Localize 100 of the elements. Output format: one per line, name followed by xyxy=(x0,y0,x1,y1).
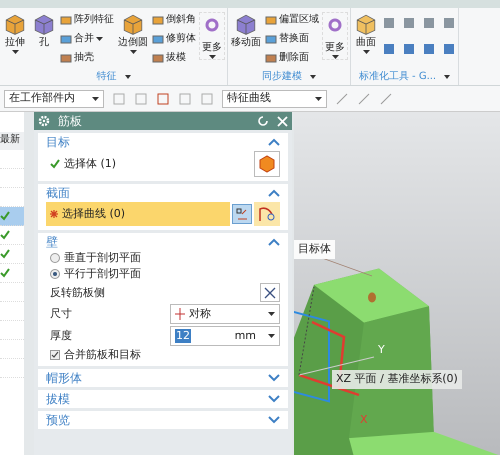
radio-button[interactable] xyxy=(50,253,60,263)
required-icon xyxy=(50,210,58,218)
selection-tool-icon[interactable] xyxy=(156,92,170,106)
snap-tool-icon[interactable] xyxy=(335,92,349,106)
combine-checkbox-option[interactable]: 合并筋板和目标 xyxy=(46,348,280,362)
ribbon-button[interactable]: 孔 xyxy=(31,12,57,50)
tool-icon[interactable] xyxy=(402,42,416,56)
selection-tool-icon[interactable] xyxy=(178,92,192,106)
field-label: 厚度 xyxy=(49,329,72,343)
dropdown-arrow-icon xyxy=(315,96,322,100)
section-title: 截面 xyxy=(46,186,70,200)
feature-icon xyxy=(121,12,145,36)
dropdown-arrow-icon xyxy=(12,50,18,54)
dropdown-arrow-icon xyxy=(92,96,99,100)
collapse-icon[interactable] xyxy=(268,238,280,246)
tool-icon xyxy=(60,14,72,26)
section-title: 帽形体 xyxy=(46,371,82,385)
more-button[interactable]: 更多 xyxy=(322,12,348,60)
navigator-row[interactable] xyxy=(0,207,24,226)
ribbon-button[interactable]: 阵列特征 xyxy=(60,12,114,28)
ribbon-group-label: 标准化工具 - G... xyxy=(358,71,436,83)
section-title: 壁 xyxy=(46,235,58,249)
reverse-side-button[interactable] xyxy=(260,283,280,302)
collapse-icon[interactable] xyxy=(268,138,280,146)
snap-tool-icon[interactable] xyxy=(357,92,371,106)
dropdown-arrow-icon xyxy=(208,55,216,59)
dropdown-arrow-icon xyxy=(96,37,103,41)
ribbon-button[interactable]: 抽壳 xyxy=(60,50,114,66)
tool-icon[interactable] xyxy=(442,16,456,30)
snap-tool-icon[interactable] xyxy=(379,92,393,106)
ribbon-button[interactable]: 曲面 xyxy=(353,12,379,54)
object-tooltip: 目标体 xyxy=(294,240,335,258)
settings-icon[interactable] xyxy=(38,115,50,127)
select-body-button[interactable] xyxy=(254,151,280,177)
curve-rule-dropdown[interactable]: 特征曲线 xyxy=(222,90,327,108)
close-icon[interactable] xyxy=(277,116,288,126)
select-curve-button[interactable] xyxy=(254,202,280,226)
curve-icon xyxy=(258,206,276,222)
ribbon-button[interactable]: 修剪体 xyxy=(152,31,196,47)
tool-icon[interactable] xyxy=(402,16,416,30)
column-header: 最新 xyxy=(0,132,24,150)
more-tools-icon xyxy=(204,17,220,33)
selection-status[interactable]: 选择体 (1) xyxy=(50,157,116,171)
ribbon-group-label: 同步建模 xyxy=(262,71,302,83)
field-label: 反转筋板侧 xyxy=(49,286,105,300)
tool-icon xyxy=(60,33,72,45)
radio-button[interactable] xyxy=(50,269,60,279)
ribbon-button[interactable]: 替换面 xyxy=(265,31,319,47)
ribbon-button[interactable]: 拔模 xyxy=(152,50,196,66)
selection-status[interactable]: 选择曲线 (0) xyxy=(46,202,230,226)
feature-icon xyxy=(354,12,378,36)
expand-icon[interactable] xyxy=(268,416,280,424)
dropdown-arrow-icon xyxy=(332,55,338,59)
radio-option[interactable]: 垂直于剖切平面 xyxy=(46,251,280,265)
tool-icon xyxy=(152,52,164,64)
feature-icon xyxy=(234,12,258,36)
ribbon-button[interactable]: 合并 xyxy=(60,31,114,47)
thickness-field[interactable]: 12 mm xyxy=(170,326,280,346)
ribbon-button[interactable]: 倒斜角 xyxy=(152,12,196,28)
ribbon-button[interactable]: 删除面 xyxy=(265,50,319,66)
group-options-icon[interactable] xyxy=(444,75,450,79)
tool-icon xyxy=(152,33,164,45)
tool-icon[interactable] xyxy=(382,42,396,56)
radio-option[interactable]: 平行于剖切平面 xyxy=(46,267,280,281)
more-tools-icon xyxy=(327,17,343,33)
group-options-icon[interactable] xyxy=(310,75,316,79)
size-dropdown[interactable]: 对称 xyxy=(170,304,280,324)
sketch-section-button[interactable] xyxy=(232,204,252,224)
field-label: 尺寸 xyxy=(49,307,72,321)
tool-icon[interactable] xyxy=(442,42,456,56)
tool-icon xyxy=(152,14,164,26)
selection-tool-icon[interactable] xyxy=(200,92,214,106)
checkbox[interactable] xyxy=(50,350,60,360)
ribbon-button[interactable]: 偏置区域 xyxy=(265,12,319,28)
tool-icon[interactable] xyxy=(382,16,396,30)
cube-icon xyxy=(258,155,276,173)
symmetric-icon xyxy=(175,308,185,320)
tool-icon[interactable] xyxy=(422,42,436,56)
leader-line xyxy=(322,258,374,278)
feature-icon xyxy=(3,12,27,36)
collapse-icon[interactable] xyxy=(268,189,280,197)
axis-label: X xyxy=(360,412,368,428)
ribbon-button[interactable]: 拉伸 xyxy=(2,12,28,54)
expand-icon[interactable] xyxy=(268,374,280,382)
axis-label: Y xyxy=(378,342,385,358)
selection-tool-icon[interactable] xyxy=(112,92,126,106)
ribbon-button[interactable]: 边倒圆 xyxy=(117,12,149,54)
dropdown-arrow-icon xyxy=(268,312,275,316)
group-options-icon[interactable] xyxy=(124,75,130,79)
sketch-icon xyxy=(236,208,248,220)
expand-icon[interactable] xyxy=(268,395,280,403)
dropdown-arrow-icon xyxy=(362,50,370,54)
selection-tool-icon[interactable] xyxy=(134,92,148,106)
more-button[interactable]: 更多 xyxy=(199,12,225,60)
ribbon-button[interactable]: 移动面 xyxy=(230,12,262,50)
reset-icon[interactable] xyxy=(257,115,269,127)
ribbon-group-label: 特征 xyxy=(96,71,116,83)
tool-icon[interactable] xyxy=(422,16,436,30)
section-title: 目标 xyxy=(46,135,70,149)
scope-filter-dropdown[interactable]: 在工作部件内 xyxy=(4,90,104,108)
